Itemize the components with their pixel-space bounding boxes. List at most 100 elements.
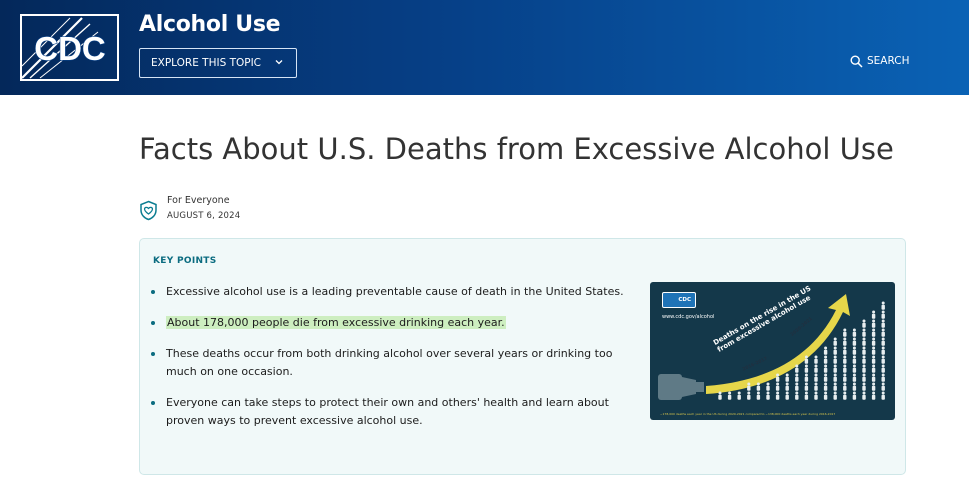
- person-figure-body: [843, 340, 847, 346]
- person-figure-head: [795, 364, 799, 368]
- person-figure-body: [852, 349, 857, 355]
- person-figure-head: [862, 319, 866, 323]
- person-figure-head: [872, 382, 876, 386]
- person-figure-head: [852, 364, 856, 368]
- person-figure-body: [871, 349, 876, 355]
- person-figure-head: [804, 391, 808, 395]
- person-figure-body: [833, 376, 837, 382]
- person-figure-body: [881, 322, 885, 328]
- person-figure-head: [795, 382, 799, 386]
- person-figure-head: [795, 391, 799, 395]
- person-figure-head: [824, 382, 828, 386]
- logo-text: CDC: [34, 30, 106, 67]
- person-figure-body: [775, 394, 780, 400]
- person-figure-head: [785, 391, 789, 395]
- person-figure-head: [872, 346, 876, 350]
- person-figure-body: [804, 367, 809, 373]
- person-figure-body: [852, 394, 857, 400]
- search-icon: [850, 54, 863, 68]
- person-figure-body: [881, 385, 885, 391]
- person-figure-body: [862, 376, 866, 382]
- person-figure-head: [814, 391, 818, 395]
- person-figure-body: [871, 358, 876, 364]
- person-figure-body: [766, 385, 770, 391]
- person-figure-head: [843, 382, 847, 386]
- person-figure-body: [814, 358, 818, 364]
- person-figure-head: [862, 382, 866, 386]
- person-figure-head: [881, 355, 885, 359]
- person-figure-head: [843, 337, 847, 341]
- person-figure-body: [881, 331, 885, 337]
- person-figure-head: [776, 391, 780, 395]
- person-figure-head: [728, 391, 732, 395]
- person-figure-body: [843, 376, 847, 382]
- person-figure-head: [785, 373, 789, 377]
- person-figure-head: [833, 355, 837, 359]
- person-figure-body: [871, 313, 876, 319]
- person-figure-head: [852, 328, 856, 332]
- chevron-down-icon: [275, 60, 283, 65]
- person-figure-head: [814, 364, 818, 368]
- person-figure-head: [756, 382, 760, 386]
- page-title: Facts About U.S. Deaths from Excessive A…: [139, 132, 894, 166]
- list-item: Excessive alcohol use is a leading preve…: [150, 283, 630, 301]
- key-points-list: Excessive alcohol use is a leading preve…: [150, 283, 630, 430]
- search-button[interactable]: SEARCH: [850, 52, 909, 70]
- person-figure-head: [804, 364, 808, 368]
- topic-title[interactable]: Alcohol Use: [139, 12, 281, 37]
- person-figure-body: [747, 385, 751, 391]
- person-figure-body: [833, 349, 837, 355]
- explore-topic-label: EXPLORE THIS TOPIC: [151, 57, 262, 69]
- person-figure-head: [776, 382, 780, 386]
- person-figure-body: [852, 385, 857, 391]
- list-item: Everyone can take steps to protect their…: [150, 394, 630, 430]
- person-figure-head: [833, 382, 837, 386]
- person-figure-head: [881, 382, 885, 386]
- person-figure-body: [814, 385, 818, 391]
- person-figure-head: [814, 355, 818, 359]
- person-figure-body: [804, 358, 809, 364]
- person-figure-body: [871, 322, 876, 328]
- person-figure-body: [871, 340, 876, 346]
- person-figure-head: [747, 391, 751, 395]
- person-figure-head: [804, 382, 808, 386]
- person-figure-head: [881, 337, 885, 341]
- person-figure-head: [833, 337, 837, 341]
- person-figure-head: [862, 337, 866, 341]
- person-figure-body: [785, 376, 789, 382]
- person-figure-head: [814, 382, 818, 386]
- person-figure-head: [756, 391, 760, 395]
- infographic-url: www.cdc.gov/alcohol: [662, 314, 715, 320]
- person-figure-body: [871, 394, 876, 400]
- person-figure-head: [833, 364, 837, 368]
- person-figure-body: [871, 376, 876, 382]
- search-label: SEARCH: [867, 55, 910, 67]
- person-figure-head: [814, 373, 818, 377]
- person-figure-head: [843, 391, 847, 395]
- person-figure-body: [862, 385, 866, 391]
- person-figure-head: [862, 328, 866, 332]
- person-figure-head: [872, 337, 876, 341]
- person-figure-head: [881, 319, 885, 323]
- person-figure-head: [872, 319, 876, 323]
- explore-topic-button[interactable]: EXPLORE THIS TOPIC: [139, 48, 297, 78]
- person-figure-body: [833, 358, 837, 364]
- site-header: CDC Alcohol Use EXPLORE THIS TOPIC SEARC…: [0, 0, 969, 95]
- list-item: About 178,000 people die from excessive …: [150, 314, 630, 332]
- person-figure-body: [843, 385, 847, 391]
- person-figure-head: [872, 391, 876, 395]
- infographic-footnote: ~178,000 deaths each year in the US duri…: [660, 412, 836, 416]
- person-figure-head: [852, 337, 856, 341]
- cdc-logo[interactable]: CDC: [20, 14, 119, 81]
- person-figure-head: [852, 382, 856, 386]
- person-figure-head: [862, 355, 866, 359]
- publish-date: AUGUST 6, 2024: [167, 211, 241, 221]
- bottle-icon: [658, 374, 704, 400]
- person-figure-body: [737, 394, 741, 400]
- person-figure-head: [843, 346, 847, 350]
- person-figure-body: [804, 394, 809, 400]
- deaths-infographic[interactable]: CDC www.cdc.gov/alcohol Deaths on the ri…: [650, 282, 895, 420]
- person-figure-body: [795, 385, 799, 391]
- person-figure-head: [737, 391, 741, 395]
- person-figure-body: [871, 367, 876, 373]
